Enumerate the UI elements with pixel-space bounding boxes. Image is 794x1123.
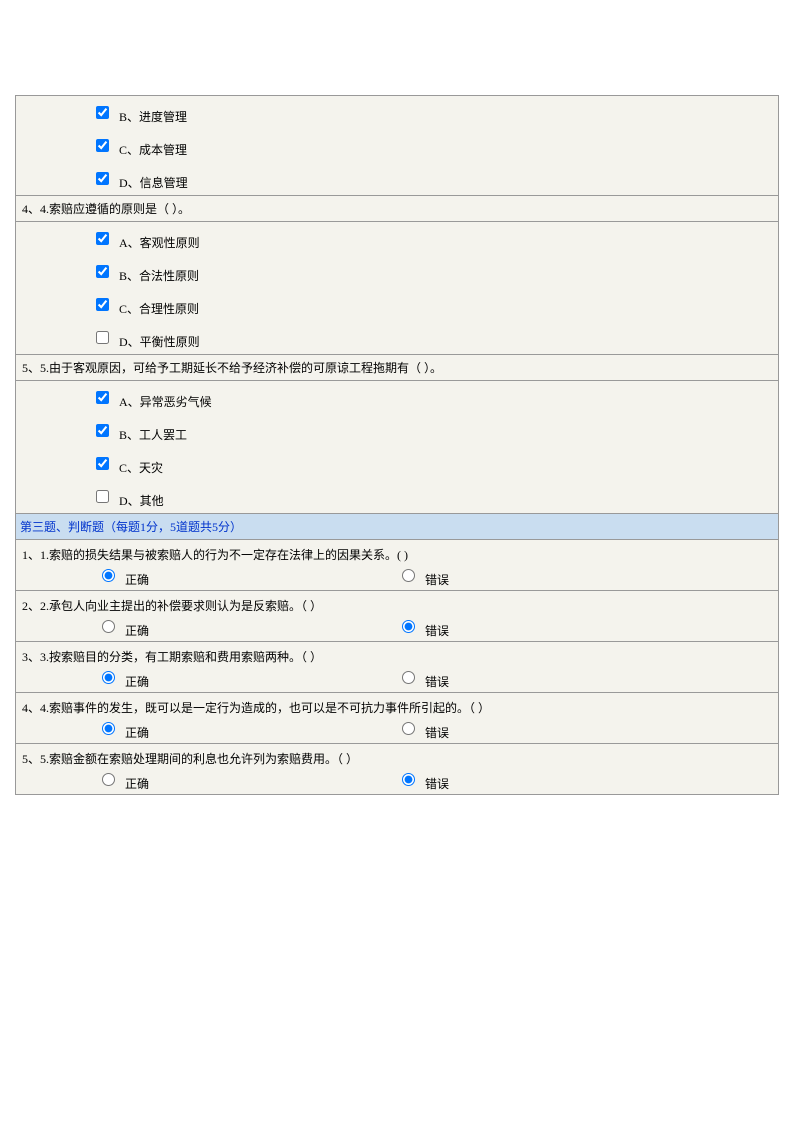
mc-q4-options: A、客观性原则 B、合法性原则 C、合理性原则 D、平衡性原则 [16,222,778,354]
checkbox-b[interactable] [96,424,109,437]
checkbox-c[interactable] [96,457,109,470]
radio-false[interactable] [402,722,415,735]
checkbox-c[interactable] [96,139,109,152]
tf-question-5: 5、5.索赔金额在索赔处理期间的利息也允许列为索赔费用。（ ） 正确 错误 [16,744,778,794]
checkbox-d[interactable] [96,490,109,503]
true-label: 正确 [125,673,149,690]
true-label: 正确 [125,622,149,639]
option-label: C、成本管理 [119,141,187,158]
question-title: 2、2.承包人向业主提出的补偿要求则认为是反索赔。（ ） [22,597,774,614]
option-label: B、进度管理 [119,108,187,125]
option-label: A、异常恶劣气候 [119,393,212,410]
question-title: 1、1.索赔的损失结果与被索赔人的行为不一定存在法律上的因果关系。( ) [22,546,774,563]
mc-option: C、合理性原则 [16,288,778,321]
false-label: 错误 [425,673,449,690]
question-title: 5、5.索赔金额在索赔处理期间的利息也允许列为索赔费用。（ ） [22,750,774,767]
checkbox-a[interactable] [96,232,109,245]
mc-q5-options: A、异常恶劣气候 B、工人罢工 C、天灾 D、其他 [16,381,778,513]
true-label: 正确 [125,571,149,588]
mc-option: A、客观性原则 [16,222,778,255]
radio-false[interactable] [402,569,415,582]
option-label: D、平衡性原则 [119,333,200,350]
mc-option: B、合法性原则 [16,255,778,288]
radio-true[interactable] [102,569,115,582]
checkbox-d[interactable] [96,172,109,185]
tf-question-3: 3、3.按索赔目的分类，有工期索赔和费用索赔两种。（ ） 正确 错误 [16,642,778,693]
quiz-panel: B、进度管理 C、成本管理 D、信息管理 4、4.索赔应遵循的原则是（ ）。 A… [15,95,779,795]
option-label: D、其他 [119,492,164,509]
tf-question-2: 2、2.承包人向业主提出的补偿要求则认为是反索赔。（ ） 正确 错误 [16,591,778,642]
question-title: 4、4.索赔事件的发生，既可以是一定行为造成的，也可以是不可抗力事件所引起的。（… [22,699,774,716]
mc-option: A、异常恶劣气候 [16,381,778,414]
option-label: B、合法性原则 [119,267,199,284]
false-label: 错误 [425,622,449,639]
false-label: 错误 [425,724,449,741]
radio-true[interactable] [102,620,115,633]
option-label: D、信息管理 [119,174,188,191]
checkbox-d[interactable] [96,331,109,344]
question-title: 4、4.索赔应遵循的原则是（ ）。 [22,202,190,216]
mc-option: D、平衡性原则 [16,321,778,354]
true-label: 正确 [125,775,149,792]
section-3-header: 第三题、判断题（每题1分，5道题共5分） [16,513,778,540]
option-label: A、客观性原则 [119,234,200,251]
question-title: 5、5.由于客观原因，可给予工期延长不给予经济补偿的可原谅工程拖期有（ ）。 [22,361,442,375]
mc-question-4: 4、4.索赔应遵循的原则是（ ）。 [16,195,778,222]
mc-option: B、进度管理 [16,96,778,129]
option-label: C、天灾 [119,459,163,476]
mc-question-5: 5、5.由于客观原因，可给予工期延长不给予经济补偿的可原谅工程拖期有（ ）。 [16,354,778,381]
tf-question-4: 4、4.索赔事件的发生，既可以是一定行为造成的，也可以是不可抗力事件所引起的。（… [16,693,778,744]
checkbox-c[interactable] [96,298,109,311]
option-label: C、合理性原则 [119,300,199,317]
radio-true[interactable] [102,773,115,786]
false-label: 错误 [425,571,449,588]
tf-question-1: 1、1.索赔的损失结果与被索赔人的行为不一定存在法律上的因果关系。( ) 正确 … [16,540,778,591]
mc-option: B、工人罢工 [16,414,778,447]
checkbox-a[interactable] [96,391,109,404]
radio-false[interactable] [402,620,415,633]
checkbox-b[interactable] [96,106,109,119]
radio-true[interactable] [102,722,115,735]
radio-false[interactable] [402,671,415,684]
true-label: 正确 [125,724,149,741]
radio-true[interactable] [102,671,115,684]
mc-option: D、信息管理 [16,162,778,195]
mc-top: B、进度管理 C、成本管理 D、信息管理 [16,96,778,195]
question-title: 3、3.按索赔目的分类，有工期索赔和费用索赔两种。（ ） [22,648,774,665]
option-label: B、工人罢工 [119,426,187,443]
mc-option: C、成本管理 [16,129,778,162]
false-label: 错误 [425,775,449,792]
mc-option: D、其他 [16,480,778,513]
mc-option: C、天灾 [16,447,778,480]
radio-false[interactable] [402,773,415,786]
checkbox-b[interactable] [96,265,109,278]
